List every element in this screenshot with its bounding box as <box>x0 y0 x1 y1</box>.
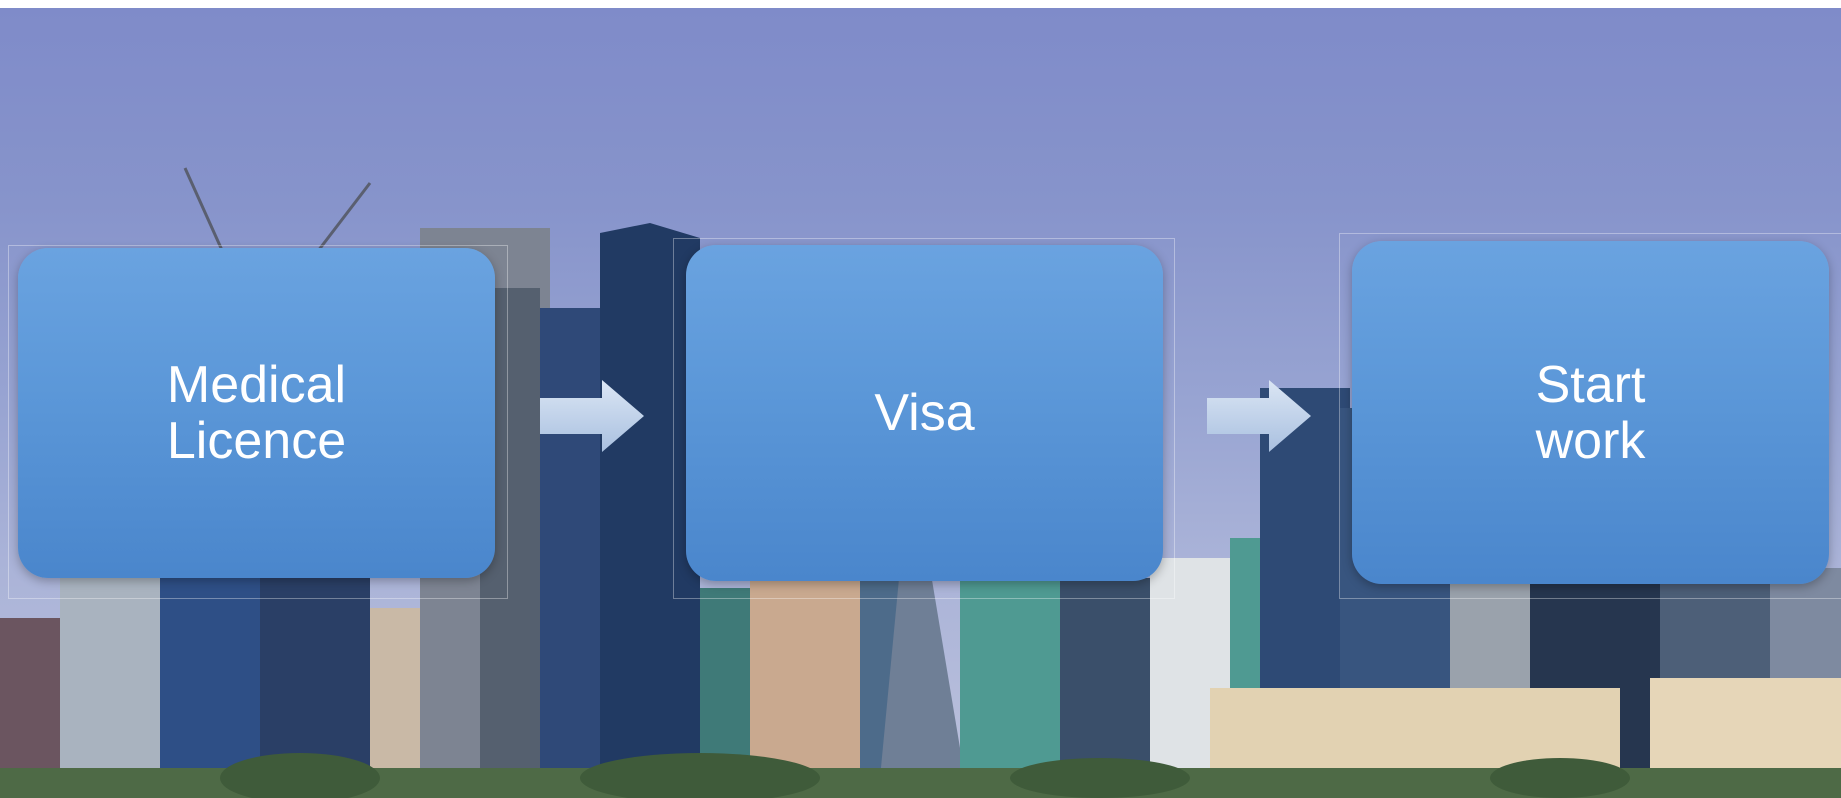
right-arrow-icon <box>1207 380 1311 452</box>
step-medical-licence-line1: Medical <box>166 356 347 414</box>
step-start-work[interactable]: Start work <box>1352 241 1829 584</box>
step-medical-licence-line2: Licence <box>166 412 347 470</box>
step-medical-licence[interactable]: Medical Licence <box>18 248 495 578</box>
background-photo: Medical Licence Visa Start work <box>0 8 1841 798</box>
step-visa-label: Visa <box>874 384 975 442</box>
step-start-work-line2: work <box>1535 411 1646 470</box>
step-visa[interactable]: Visa <box>686 245 1163 581</box>
step-start-work-line1: Start <box>1535 355 1646 414</box>
right-arrow-icon <box>540 380 644 452</box>
